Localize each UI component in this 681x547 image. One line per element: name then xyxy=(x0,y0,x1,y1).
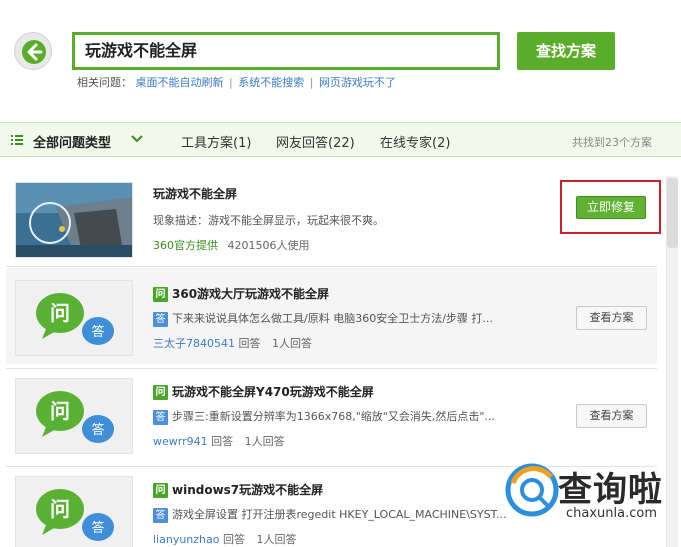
game-screenshot-thumbnail xyxy=(16,183,132,257)
provider-label: 360官方提供 xyxy=(153,239,218,252)
result-title[interactable]: 问 360游戏大厅玩游戏不能全屏 xyxy=(153,285,329,302)
qa-q-glyph: 问 xyxy=(50,497,70,521)
related-link-web-game[interactable]: 网页游戏玩不了 xyxy=(319,76,396,89)
menu-list-icon xyxy=(11,135,23,145)
watermark-text: 查询啦 xyxy=(558,470,663,510)
filter-bar: 全部问题类型 工具方案(1) 网友回答(22) 在线专家(2) 共找到23个方案 xyxy=(0,122,681,157)
result-thumbnail xyxy=(15,182,133,258)
result-title[interactable]: 问 windows7玩游戏不能全屏 xyxy=(153,481,323,498)
chevron-down-icon[interactable] xyxy=(131,134,143,144)
result-item: 问 答 问玩游戏不能全屏Y470玩游戏不能全屏 答步骤三:重新设置分辨率为136… xyxy=(6,370,657,462)
watermark-search-logo-icon xyxy=(505,463,559,517)
related-separator: | xyxy=(309,76,314,89)
related-label: 相关问题： xyxy=(77,76,132,89)
answer-user-link[interactable]: wewrr941 xyxy=(153,435,208,448)
answer-snippet: 步骤三:重新设置分辨率为1366x768,"缩放"又会消失,然后点击"... xyxy=(172,410,495,423)
back-arrow-icon xyxy=(22,40,46,64)
answer-snippet: 下来来说说具体怎么做工具/原料 电脑360安全卫士方法/步骤 打... xyxy=(172,312,493,325)
result-count: 共找到23个方案 xyxy=(572,136,652,149)
qa-a-glyph: 答 xyxy=(91,422,104,438)
scrollbar-thumb[interactable] xyxy=(667,178,678,248)
result-meta: wewrr941 回答 1人回答 xyxy=(153,433,285,449)
answer-tag: 答 xyxy=(153,311,168,327)
qa-bubble-icon: 问 答 xyxy=(36,293,114,345)
answer-count: 1人回答 xyxy=(272,337,312,350)
usage-count: 4201506人使用 xyxy=(227,239,310,252)
tab-tool-solutions[interactable]: 工具方案(1) xyxy=(181,132,251,151)
result-item: 问 答 问 360游戏大厅玩游戏不能全屏 答下来来说说具体怎么做工具/原料 电脑3… xyxy=(6,268,657,364)
result-title-text[interactable]: windows7玩游戏不能全屏 xyxy=(172,483,323,497)
result-title-text[interactable]: 玩游戏不能全屏Y470玩游戏不能全屏 xyxy=(172,385,374,399)
related-link-system-search[interactable]: 系统不能搜索 xyxy=(238,76,304,89)
result-meta: lianyunzhao 回答 1人回答 xyxy=(153,531,297,547)
watermark-url: chaxunla.com xyxy=(566,506,657,521)
qa-thumbnail: 问 答 xyxy=(15,378,133,454)
result-answer: 答步骤三:重新设置分辨率为1366x768,"缩放"又会消失,然后点击"... xyxy=(153,408,495,425)
answer-tag: 答 xyxy=(153,507,168,523)
qa-a-glyph: 答 xyxy=(91,520,104,536)
qa-q-glyph: 问 xyxy=(50,301,70,325)
answer-user-link[interactable]: lianyunzhao xyxy=(153,533,220,546)
find-solution-button[interactable]: 查找方案 xyxy=(517,32,615,70)
qa-bubble-icon: 问 答 xyxy=(36,489,114,541)
qa-thumbnail: 问 答 xyxy=(15,476,133,547)
answer-count: 1人回答 xyxy=(244,435,285,448)
view-solution-button[interactable]: 查看方案 xyxy=(576,404,647,428)
answer-user-link[interactable]: 三太子7840541 xyxy=(153,337,235,350)
answer-label: 回答 xyxy=(211,435,234,448)
tab-user-answers[interactable]: 网友回答(22) xyxy=(276,132,355,151)
fix-button-highlight: 立即修复 xyxy=(560,180,661,234)
back-button[interactable] xyxy=(14,32,52,70)
qa-q-glyph: 问 xyxy=(50,399,70,423)
result-item-official: 玩游戏不能全屏 现象描述：游戏不能全屏显示，玩起来很不爽。 360官方提供 42… xyxy=(6,170,661,262)
result-description: 现象描述：游戏不能全屏显示，玩起来很不爽。 xyxy=(153,214,384,227)
answer-snippet: 游戏全屏设置 打开注册表regedit HKEY_LOCAL_MACHINE\S… xyxy=(172,508,507,521)
fix-now-button[interactable]: 立即修复 xyxy=(576,196,646,219)
result-meta: 三太子7840541 回答 1人回答 xyxy=(153,335,312,351)
divider xyxy=(6,368,657,369)
result-meta: 360官方提供 4201506人使用 xyxy=(153,237,310,253)
view-solution-button[interactable]: 查看方案 xyxy=(576,306,647,330)
result-title[interactable]: 玩游戏不能全屏 xyxy=(153,185,237,202)
question-tag: 问 xyxy=(153,287,168,302)
qa-thumbnail: 问 答 xyxy=(15,280,133,356)
related-separator: | xyxy=(229,76,233,89)
question-tag: 问 xyxy=(153,385,168,400)
related-questions: 相关问题： 桌面不能自动刷新 | 系统不能搜索 | 网页游戏玩不了 xyxy=(77,76,396,90)
result-answer: 答下来来说说具体怎么做工具/原料 电脑360安全卫士方法/步骤 打... xyxy=(153,310,493,327)
qa-bubble-icon: 问 答 xyxy=(36,391,114,443)
related-link-desktop-refresh[interactable]: 桌面不能自动刷新 xyxy=(136,76,224,89)
answer-label: 回答 xyxy=(238,337,261,350)
question-tag: 问 xyxy=(153,483,168,498)
divider xyxy=(6,266,657,267)
app-root: 玩游戏不能全屏 查找方案 相关问题： 桌面不能自动刷新 | 系统不能搜索 | 网… xyxy=(0,0,681,547)
result-answer: 答游戏全屏设置 打开注册表regedit HKEY_LOCAL_MACHINE\… xyxy=(153,506,507,523)
answer-label: 回答 xyxy=(223,533,245,546)
result-title-text[interactable]: 360游戏大厅玩游戏不能全屏 xyxy=(172,287,329,301)
result-title[interactable]: 问玩游戏不能全屏Y470玩游戏不能全屏 xyxy=(153,383,374,400)
qa-a-glyph: 答 xyxy=(91,324,104,340)
all-types-dropdown[interactable]: 全部问题类型 xyxy=(33,132,111,151)
answer-count: 1人回答 xyxy=(256,533,297,546)
tab-online-experts[interactable]: 在线专家(2) xyxy=(380,132,450,151)
answer-tag: 答 xyxy=(153,409,168,425)
search-input[interactable]: 玩游戏不能全屏 xyxy=(72,32,500,70)
